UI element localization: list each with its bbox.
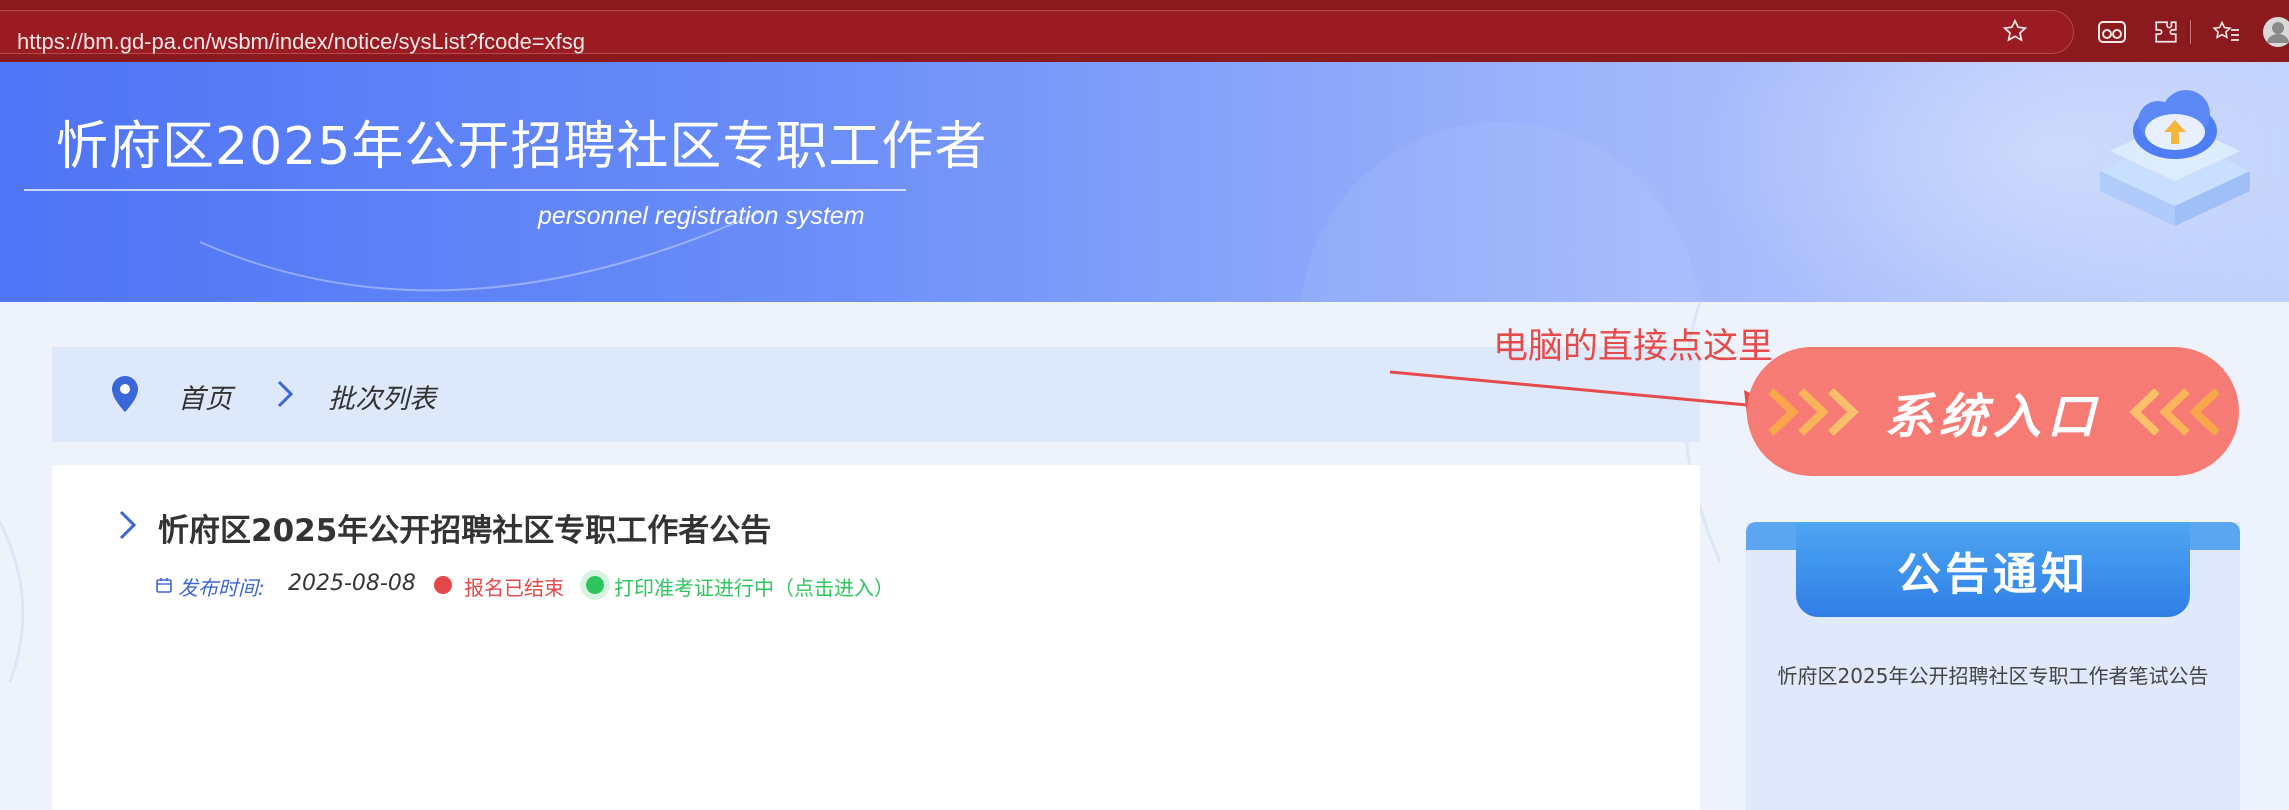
site-title: 忻府区2025年公开招聘社区专职工作者 [56, 117, 988, 177]
notice-panel: 公告通知 忻府区2025年公开招聘社区专职工作者笔试公告 [1746, 522, 2240, 810]
banner-decoration [199, 122, 1699, 302]
chevrons-left-icon [2129, 388, 2220, 436]
url-text[interactable]: https://bm.gd-pa.cn/wsbm/index/notice/sy… [17, 29, 585, 55]
print-admission-link[interactable]: 打印准考证进行中（点击进入） [614, 572, 894, 601]
glasses-icon[interactable] [2096, 16, 2128, 48]
chevron-right-icon [277, 380, 294, 408]
breadcrumb-home-link[interactable]: 首页 [178, 377, 232, 416]
system-entry-button[interactable]: 系统入口 [1747, 347, 2239, 476]
favorites-icon[interactable] [2210, 16, 2242, 48]
header-banner: 忻府区2025年公开招聘社区专职工作者 personnel registrati… [0, 62, 2289, 302]
location-pin-icon [112, 376, 138, 412]
publish-date: 2025-08-08 [288, 571, 416, 596]
notice-item-link[interactable]: 忻府区2025年公开招聘社区专职工作者笔试公告 [1746, 660, 2240, 689]
breadcrumb-current: 批次列表 [328, 384, 436, 415]
status-dot-red [434, 576, 452, 594]
toolbar-divider [2190, 20, 2191, 44]
cloud-upload-icon [2100, 90, 2250, 226]
notice-list: 忻府区2025年公开招聘社区专职工作者公告 发布时间: 2025-08-08 报… [52, 465, 1700, 810]
notice-title-link[interactable]: 忻府区2025年公开招聘社区专职工作者公告 [158, 505, 771, 550]
annotation-arrow [1389, 370, 1780, 424]
address-bar[interactable]: https://bm.gd-pa.cn/wsbm/index/notice/sy… [0, 10, 2074, 54]
notice-panel-title: 公告通知 [1897, 549, 2089, 600]
chevron-right-icon [119, 510, 137, 540]
calendar-icon [156, 578, 172, 593]
extensions-icon[interactable] [2150, 16, 2182, 48]
profile-icon[interactable] [2262, 16, 2289, 48]
browser-toolbar: https://bm.gd-pa.cn/wsbm/index/notice/sy… [0, 0, 2289, 62]
publish-time-label: 发布时间: [178, 576, 265, 600]
site-subtitle: personnel registration system [538, 202, 865, 230]
star-icon[interactable] [1999, 15, 2031, 47]
status-dot-green [586, 576, 604, 594]
title-divider [24, 189, 906, 191]
registration-ended-status: 报名已结束 [464, 576, 564, 600]
